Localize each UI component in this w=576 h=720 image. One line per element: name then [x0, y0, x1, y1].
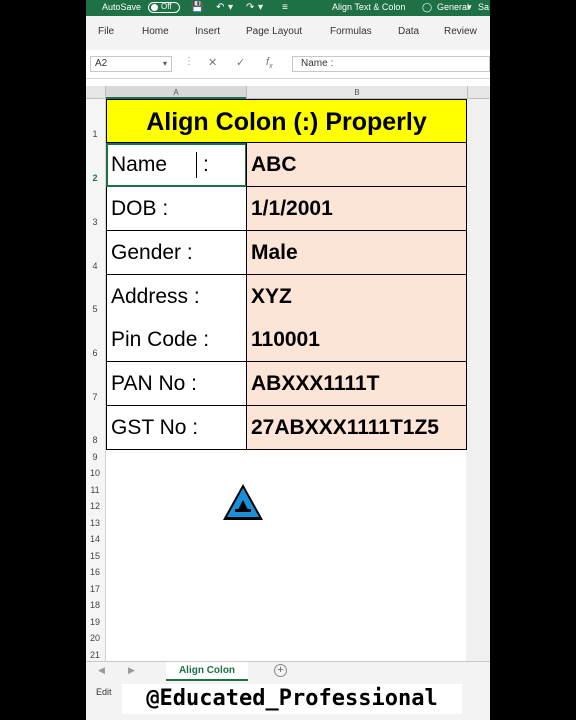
tab-page-layout[interactable]: Page Layout: [246, 26, 302, 37]
name-box-value: A2: [95, 58, 108, 69]
redo-dropdown-icon[interactable]: ▾: [258, 2, 263, 13]
value-cell-name[interactable]: ABC: [246, 143, 467, 187]
ribbon: File Home Insert Page Layout Formulas Da…: [86, 16, 490, 51]
redo-icon[interactable]: ↷: [246, 2, 254, 13]
title-bar: AutoSave Off 💾 ↶ ▾ ↷ ▾ ≡ Align Text & Co…: [86, 0, 490, 16]
label-cell-gender[interactable]: Gender :: [106, 231, 247, 275]
value-cell-address[interactable]: XYZ: [246, 275, 467, 319]
tab-file[interactable]: File: [98, 26, 114, 37]
formula-bar: A2 ▾ ⋮ ✕ ✓ fx Name :: [86, 50, 490, 79]
customize-qat-icon[interactable]: ≡: [282, 2, 288, 13]
label-cell-gst-no[interactable]: GST No :: [106, 406, 247, 450]
channel-logo-icon: [223, 484, 263, 520]
row-header-10[interactable]: 10: [86, 468, 104, 478]
prev-sheet-icon[interactable]: ◀: [98, 665, 105, 676]
toggle-knob: [151, 4, 158, 11]
tab-review[interactable]: Review: [444, 26, 477, 37]
value-cell-gender[interactable]: Male: [246, 231, 467, 275]
tab-data[interactable]: Data: [398, 26, 419, 37]
row-header-14[interactable]: 14: [86, 534, 104, 544]
row-header-19[interactable]: 19: [86, 617, 104, 627]
row-header-8[interactable]: 8: [86, 435, 104, 445]
title-cell[interactable]: Align Colon (:) Properly: [106, 99, 467, 143]
row-header-13[interactable]: 13: [86, 518, 104, 528]
column-header-c[interactable]: [467, 86, 490, 99]
excel-window: AutoSave Off 💾 ↶ ▾ ↷ ▾ ≡ Align Text & Co…: [86, 0, 490, 720]
row-header-20[interactable]: 20: [86, 633, 104, 643]
sensitivity-dropdown-icon[interactable]: ▾: [467, 2, 472, 13]
tab-insert[interactable]: Insert: [195, 26, 220, 37]
row-header-4[interactable]: 4: [86, 261, 104, 271]
value-cell-pan-no[interactable]: ABXXX1111T: [246, 362, 467, 406]
row-header-5[interactable]: 5: [86, 304, 104, 314]
label-text: Name: [111, 153, 168, 176]
tab-home[interactable]: Home: [142, 26, 169, 37]
row-header-16[interactable]: 16: [86, 567, 104, 577]
label-cell-pin-code[interactable]: Pin Code :: [106, 318, 247, 362]
value-cell-gst-no[interactable]: 27ABXXX1111T1Z5: [246, 406, 467, 450]
value-cell-pin-code[interactable]: 110001: [246, 318, 467, 362]
tab-formulas[interactable]: Formulas: [330, 26, 372, 37]
row-header-11[interactable]: 11: [86, 485, 104, 495]
row-header-1[interactable]: 1: [86, 129, 104, 139]
row-header-21[interactable]: 21: [86, 650, 104, 660]
text-cursor: [196, 152, 197, 178]
row-header-2[interactable]: 2: [86, 173, 104, 183]
label-cell-address[interactable]: Address :: [106, 275, 247, 319]
colon-text: :: [203, 153, 209, 176]
formula-bar-separator: ⋮: [184, 56, 194, 67]
save-icon[interactable]: 💾: [191, 2, 203, 13]
status-mode: Edit: [96, 687, 112, 697]
autosave-state: Off: [161, 2, 172, 11]
row-header-12[interactable]: 12: [86, 501, 104, 511]
document-title: Align Text & Colon: [332, 2, 406, 12]
column-header-a[interactable]: A: [106, 86, 246, 99]
autosave-toggle[interactable]: Off: [148, 2, 180, 13]
row-header-9[interactable]: 9: [86, 452, 104, 462]
row-header-15[interactable]: 15: [86, 551, 104, 561]
select-all-corner[interactable]: [86, 86, 106, 99]
label-cell-pan-no[interactable]: PAN No :: [106, 362, 247, 406]
name-box[interactable]: A2 ▾: [90, 56, 172, 72]
column-c-area[interactable]: [466, 99, 490, 661]
row-header-17[interactable]: 17: [86, 584, 104, 594]
sheet-tab-bar: ◀ ▶ Align Colon +: [86, 661, 490, 681]
label-cell-dob[interactable]: DOB :: [106, 187, 247, 231]
sensitivity-label[interactable]: General: [437, 2, 469, 12]
autosave-label: AutoSave: [102, 2, 142, 12]
add-sheet-icon[interactable]: +: [274, 664, 287, 677]
row-headers: 1 2 3 4 5 6 7 8 9 10 11 12 13 14 15 16 1…: [86, 99, 106, 661]
row-header-7[interactable]: 7: [86, 392, 104, 402]
sensitivity-shield-icon: ◯: [422, 2, 433, 12]
watermark-banner: @Educated_Professional: [122, 684, 462, 714]
undo-dropdown-icon[interactable]: ▾: [228, 2, 233, 13]
sheet-tab-align-colon[interactable]: Align Colon: [166, 662, 248, 681]
insert-function-icon[interactable]: fx: [266, 56, 273, 70]
formula-input[interactable]: Name :: [292, 56, 490, 72]
label-cell-name[interactable]: Name :: [106, 143, 247, 187]
next-sheet-icon[interactable]: ▶: [128, 665, 135, 676]
chevron-down-icon[interactable]: ▾: [163, 57, 167, 71]
enter-check-icon[interactable]: ✓: [236, 56, 245, 69]
row-header-18[interactable]: 18: [86, 600, 104, 610]
undo-icon[interactable]: ↶: [216, 2, 224, 13]
row-header-6[interactable]: 6: [86, 348, 104, 358]
cancel-icon[interactable]: ✕: [208, 56, 217, 69]
value-cell-dob[interactable]: 1/1/2001: [246, 187, 467, 231]
row-header-3[interactable]: 3: [86, 217, 104, 227]
title-suffix: Sa: [478, 2, 490, 12]
column-header-b[interactable]: B: [246, 86, 467, 99]
